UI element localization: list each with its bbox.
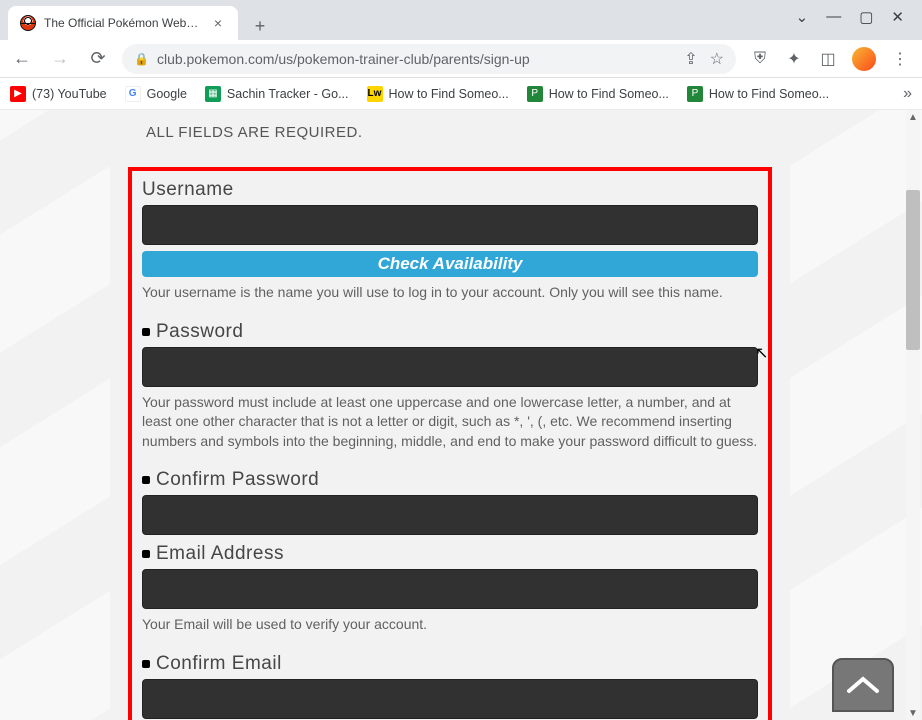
confirm-password-label: Confirm Password <box>142 469 758 491</box>
password-help: Your password must include at least one … <box>142 393 758 452</box>
confirm-email-label: Confirm Email <box>142 653 758 675</box>
youtube-icon: ▶ <box>10 86 26 102</box>
google-icon: G <box>125 86 141 102</box>
reload-button[interactable]: ⟳ <box>84 45 112 73</box>
bookmark-google[interactable]: G Google <box>125 86 187 102</box>
bookmark-find-1[interactable]: Lw How to Find Someo... <box>367 86 509 102</box>
tab-title: The Official Pokémon Website | P <box>44 16 202 30</box>
bookmark-find-3[interactable]: P How to Find Someo... <box>687 86 829 102</box>
bookmarks-overflow-icon[interactable]: » <box>903 85 912 103</box>
email-input[interactable] <box>142 569 758 609</box>
form-panel: ALL FIELDS ARE REQUIRED. Username Check … <box>110 110 790 720</box>
share-icon[interactable]: ⇪ <box>684 49 697 69</box>
close-window-icon[interactable]: ✕ <box>891 8 904 26</box>
bullet-icon <box>142 328 150 336</box>
titlebar: The Official Pokémon Website | P × + ⌄ ―… <box>0 0 922 40</box>
highlight-box: Username Check Availability Your usernam… <box>128 167 772 720</box>
maximize-icon[interactable]: ▢ <box>859 8 873 26</box>
lw-icon: Lw <box>367 86 383 102</box>
forward-button[interactable]: → <box>46 45 74 73</box>
toolbar: ← → ⟳ 🔒 club.pokemon.com/us/pokemon-trai… <box>0 40 922 78</box>
menu-icon[interactable]: ⋮ <box>890 49 910 69</box>
address-bar[interactable]: 🔒 club.pokemon.com/us/pokemon-trainer-cl… <box>122 44 736 74</box>
chevron-up-icon <box>846 675 880 695</box>
scrollbar-thumb[interactable] <box>906 190 920 350</box>
bookmark-find-2[interactable]: P How to Find Someo... <box>527 86 669 102</box>
browser-tab[interactable]: The Official Pokémon Website | P × <box>8 6 238 40</box>
confirm-email-input[interactable] <box>142 679 758 719</box>
close-tab-icon[interactable]: × <box>210 15 226 31</box>
bullet-icon <box>142 550 150 558</box>
back-button[interactable]: ← <box>8 45 36 73</box>
scrollbar-track[interactable]: ▲ ▼ <box>906 110 920 720</box>
username-label: Username <box>142 179 758 201</box>
pa-icon: P <box>527 86 543 102</box>
confirm-password-input[interactable] <box>142 495 758 535</box>
bookmarks-bar: ▶ (73) YouTube G Google ▦ Sachin Tracker… <box>0 78 922 110</box>
bullet-icon <box>142 660 150 668</box>
bookmark-youtube[interactable]: ▶ (73) YouTube <box>10 86 107 102</box>
new-tab-button[interactable]: + <box>246 12 274 40</box>
scroll-up-icon[interactable]: ▲ <box>906 110 920 124</box>
confirm-email-field: Confirm Email <box>142 653 758 719</box>
email-label: Email Address <box>142 543 758 565</box>
username-input[interactable] <box>142 205 758 245</box>
email-help: Your Email will be used to verify your a… <box>142 615 758 635</box>
favicon-pokeball <box>20 15 36 31</box>
page-viewport: ALL FIELDS ARE REQUIRED. Username Check … <box>0 110 922 720</box>
check-availability-button[interactable]: Check Availability <box>142 251 758 277</box>
caret-down-icon[interactable]: ⌄ <box>796 8 809 26</box>
url-text: club.pokemon.com/us/pokemon-trainer-club… <box>157 51 676 67</box>
star-icon[interactable]: ☆ <box>710 49 724 69</box>
required-text: ALL FIELDS ARE REQUIRED. <box>146 124 772 141</box>
password-input[interactable] <box>142 347 758 387</box>
pa-icon-2: P <box>687 86 703 102</box>
lock-icon: 🔒 <box>134 52 149 66</box>
minimize-icon[interactable]: ― <box>826 8 841 26</box>
extensions-icon[interactable]: ✦ <box>784 49 804 69</box>
password-label: Password <box>142 321 758 343</box>
username-help: Your username is the name you will use t… <box>142 283 758 303</box>
window-controls: ⌄ ― ▢ ✕ <box>778 0 922 34</box>
profile-avatar[interactable] <box>852 47 876 71</box>
confirm-password-field: Confirm Password <box>142 469 758 535</box>
bullet-icon <box>142 476 150 484</box>
back-to-top-button[interactable] <box>832 658 894 712</box>
scroll-down-icon[interactable]: ▼ <box>906 706 920 720</box>
shield-icon[interactable]: ⛨ <box>750 49 770 69</box>
bookmark-sheets[interactable]: ▦ Sachin Tracker - Go... <box>205 86 349 102</box>
password-field: Password Your password must include at l… <box>142 321 758 452</box>
sheets-icon: ▦ <box>205 86 221 102</box>
email-field: Email Address Your Email will be used to… <box>142 543 758 635</box>
side-panel-icon[interactable]: ◫ <box>818 49 838 69</box>
username-field: Username Check Availability Your usernam… <box>142 179 758 303</box>
